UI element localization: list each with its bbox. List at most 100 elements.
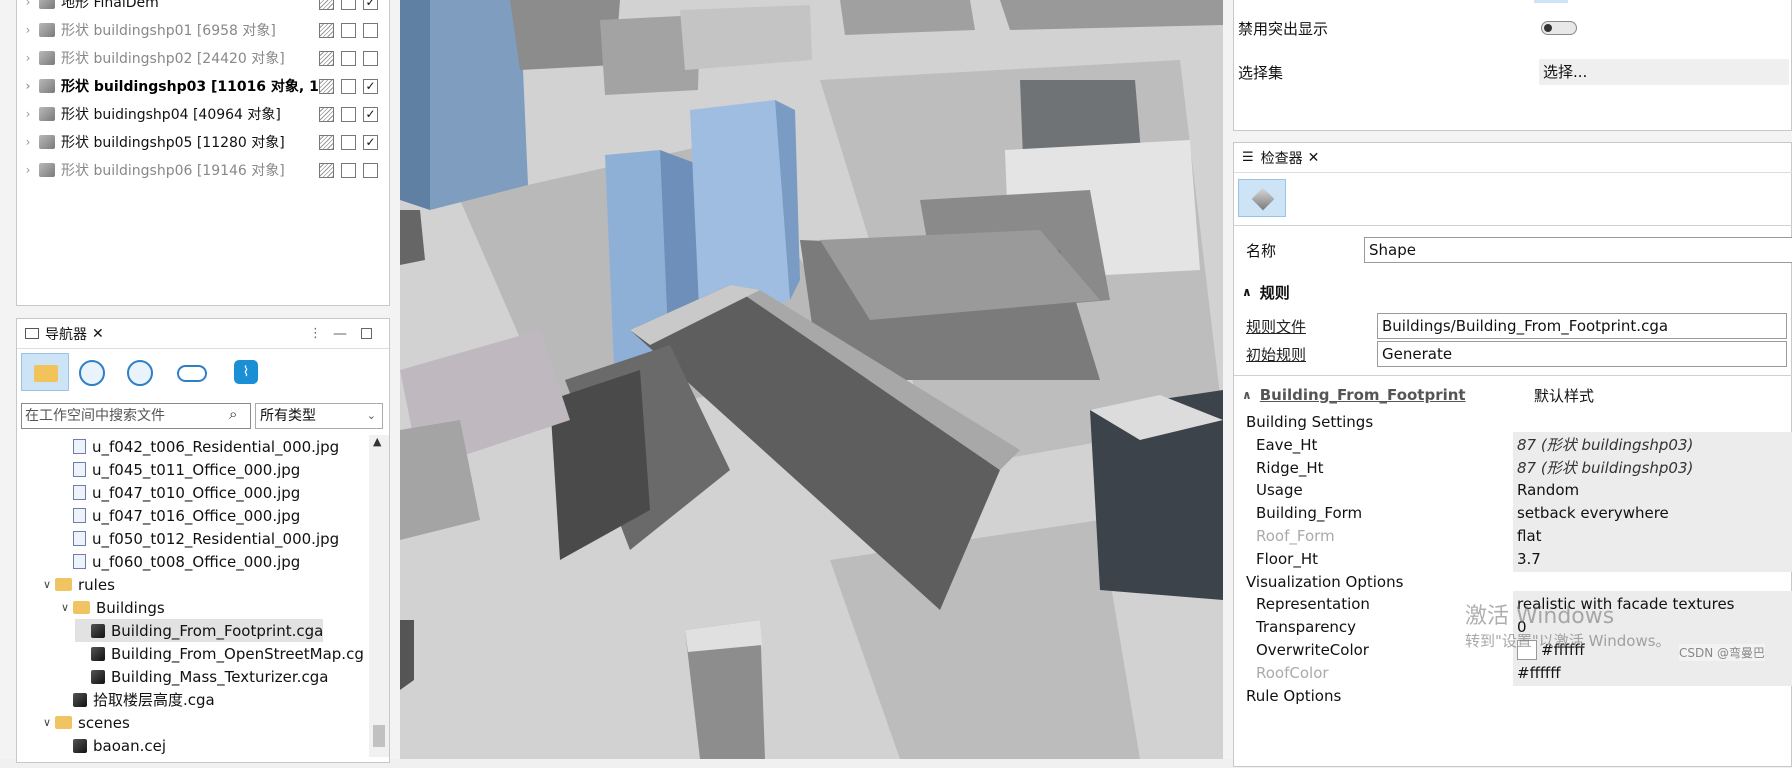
search-icon[interactable]: ⌕: [229, 405, 237, 423]
tree-scrollbar[interactable]: ▲: [369, 435, 389, 757]
tree-item[interactable]: 拾取楼层高度.cga: [57, 688, 215, 711]
rule-file-link[interactable]: 规则文件: [1246, 316, 1306, 337]
more-icon[interactable]: ⋮: [309, 326, 322, 341]
layer-visible-checkbox[interactable]: ✓: [363, 106, 378, 122]
layer-row[interactable]: › 形状 buildingshp06 [19146 对象]: [17, 156, 387, 184]
search-input[interactable]: 在工作空间中搜索文件: [21, 403, 251, 429]
viewport-3d[interactable]: [400, 0, 1223, 759]
type-filter-select[interactable]: 所有类型 ⌄: [255, 403, 383, 429]
open-folder-icon[interactable]: [21, 353, 69, 391]
layer-visible-checkbox[interactable]: [363, 22, 378, 38]
chevron-up-icon[interactable]: ∧: [1242, 388, 1252, 402]
chevron-right-icon[interactable]: ›: [17, 163, 39, 177]
image-file-icon: [73, 439, 86, 454]
scroll-up-icon[interactable]: ▲: [373, 435, 381, 448]
close-icon[interactable]: ✕: [1308, 150, 1320, 166]
layer-lock-checkbox[interactable]: [341, 162, 356, 178]
layer-row[interactable]: › 地形 FinalDem ✓: [17, 0, 387, 16]
layer-visible-checkbox[interactable]: [363, 162, 378, 178]
tree-item[interactable]: Building_From_OpenStreetMap.cg: [75, 642, 364, 665]
layer-style-toggle[interactable]: [319, 50, 334, 66]
layer-style-toggle[interactable]: [319, 0, 334, 10]
group-globe-icon[interactable]: [127, 360, 153, 386]
default-style-label[interactable]: 默认样式: [1534, 385, 1594, 406]
layer-visible-checkbox[interactable]: [363, 50, 378, 66]
chevron-right-icon[interactable]: ›: [17, 23, 39, 37]
attribute-value[interactable]: 3.7: [1513, 545, 1792, 572]
layer-lock-checkbox[interactable]: [341, 22, 356, 38]
layer-style-toggle[interactable]: [319, 162, 334, 178]
start-rule-link[interactable]: 初始规则: [1246, 344, 1306, 365]
app-logo-icon[interactable]: ⌇: [234, 360, 258, 384]
chevron-up-icon[interactable]: ∧: [1242, 285, 1252, 299]
layer-style-toggle[interactable]: [319, 134, 334, 150]
tree-item[interactable]: ∨ scenes: [39, 711, 130, 734]
tree-item[interactable]: u_f045_t011_Office_000.jpg: [57, 458, 300, 481]
close-icon[interactable]: ✕: [92, 326, 104, 342]
maximize-icon[interactable]: [361, 328, 372, 339]
layer-visible-checkbox[interactable]: ✓: [363, 0, 378, 10]
chevron-right-icon[interactable]: ›: [17, 107, 39, 121]
tree-item[interactable]: Building_Mass_Texturizer.cga: [75, 665, 328, 688]
tree-item[interactable]: u_f060_t008_Office_000.jpg: [57, 550, 300, 573]
chevron-down-icon[interactable]: ∨: [39, 716, 55, 729]
disable-highlight-toggle[interactable]: [1541, 21, 1577, 35]
layer-label: 形状 buildingshp06 [19146 对象]: [61, 163, 285, 179]
layer-row[interactable]: › 形状 buildingshp02 [24420 对象]: [17, 44, 387, 72]
chevron-down-icon[interactable]: ∨: [39, 578, 55, 591]
cga-file-icon: [91, 623, 105, 638]
layer-lock-checkbox[interactable]: [341, 50, 356, 66]
inspector-tab[interactable]: ☰ 检查器 ✕: [1234, 143, 1792, 173]
layer-row[interactable]: › 形状 buildingshp05 [11280 对象] ✓: [17, 128, 387, 156]
person-globe-icon[interactable]: [79, 360, 105, 386]
layer-label: 形状 buidingshp04 [40964 对象]: [61, 107, 281, 123]
folder-icon: [55, 578, 72, 591]
file-tree: u_f042_t006_Residential_000.jpg u_f045_t0…: [17, 435, 369, 757]
tree-item[interactable]: ∨ rules: [39, 573, 115, 596]
image-file-icon: [73, 531, 86, 546]
attribute-value-text: 87 (形状 buildingshp03): [1517, 436, 1694, 455]
layer-row[interactable]: › 形状 buildingshp01 [6958 对象]: [17, 16, 387, 44]
layer-lock-checkbox[interactable]: [341, 0, 356, 10]
rule-file-input[interactable]: Buildings/Building_From_Footprint.cga: [1377, 313, 1787, 339]
layer-row[interactable]: › 形状 buidingshp04 [40964 对象] ✓: [17, 100, 387, 128]
chevron-down-icon[interactable]: ∨: [57, 601, 73, 614]
layer-visible-checkbox[interactable]: ✓: [363, 78, 378, 94]
layer-cube-icon: [39, 51, 55, 65]
layer-lock-checkbox[interactable]: [341, 78, 356, 94]
layer-row[interactable]: › 形状 buildingshp03 [11016 对象, 1 i ✓: [17, 72, 387, 100]
layer-style-toggle[interactable]: [319, 22, 334, 38]
start-rule-input[interactable]: Generate: [1377, 341, 1787, 367]
layer-visible-checkbox[interactable]: ✓: [363, 134, 378, 150]
shape-cube-icon[interactable]: [1238, 179, 1286, 217]
tree-item[interactable]: Building_From_Footprint.cga: [75, 619, 324, 642]
tree-item[interactable]: u_f047_t016_Office_000.jpg: [57, 504, 300, 527]
hidden-top-toggle[interactable]: [1534, 0, 1568, 3]
rule-section-title[interactable]: Building_From_Footprint: [1260, 386, 1466, 404]
navigator-tab[interactable]: 导航器 ✕ ⋮ —: [17, 319, 391, 349]
layer-style-toggle[interactable]: [319, 106, 334, 122]
select-button[interactable]: 选择...: [1539, 59, 1789, 85]
chevron-right-icon[interactable]: ›: [17, 135, 39, 149]
layer-cube-icon: [39, 107, 55, 121]
name-input[interactable]: Shape: [1364, 237, 1792, 263]
layer-label: 形状 buildingshp05 [11280 对象]: [61, 135, 285, 151]
layer-lock-checkbox[interactable]: [341, 134, 356, 150]
tree-item[interactable]: ∨ Buildings: [57, 596, 165, 619]
image-file-icon: [73, 554, 86, 569]
scroll-thumb[interactable]: [373, 725, 385, 747]
tree-item[interactable]: baoan.cej: [57, 734, 166, 757]
minimize-icon[interactable]: —: [333, 326, 347, 342]
layer-style-toggle[interactable]: [319, 78, 334, 94]
credit-text: CSDN @弯曼巴: [1679, 644, 1766, 661]
layer-lock-checkbox[interactable]: [341, 106, 356, 122]
cloud-icon[interactable]: [177, 365, 207, 382]
chevron-right-icon[interactable]: ›: [17, 51, 39, 65]
tree-item-label: baoan.cej: [93, 736, 167, 755]
tree-item[interactable]: u_f047_t010_Office_000.jpg: [57, 481, 300, 504]
tree-item[interactable]: u_f050_t012_Residential_000.jpg: [57, 527, 339, 550]
attribute-value[interactable]: #ffffff: [1513, 659, 1792, 686]
chevron-right-icon[interactable]: ›: [17, 0, 39, 9]
tree-item[interactable]: u_f042_t006_Residential_000.jpg: [57, 435, 339, 458]
chevron-right-icon[interactable]: ›: [17, 79, 39, 93]
